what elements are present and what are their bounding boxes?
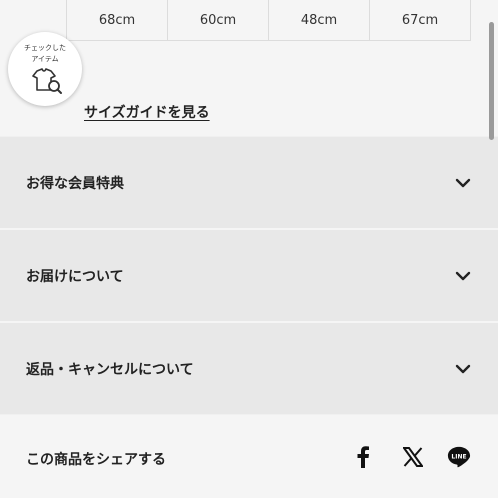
size-cell: 68cm xyxy=(67,0,168,40)
chevron-down-icon xyxy=(455,178,471,187)
x-icon[interactable] xyxy=(401,445,425,469)
share-label: この商品をシェアする xyxy=(26,452,166,468)
accordion-returns[interactable]: 返品・キャンセルについて xyxy=(0,323,498,414)
checked-items-badge[interactable]: チェックした アイテム xyxy=(8,32,82,106)
shirt-search-icon xyxy=(32,68,62,94)
facebook-icon[interactable] xyxy=(351,445,375,469)
badge-line2: アイテム xyxy=(31,55,59,63)
size-cell: 48cm xyxy=(269,0,370,40)
size-cells: 68cm 60cm 48cm 67cm xyxy=(66,0,471,41)
accordion-label: お得な会員特典 xyxy=(26,175,124,192)
accordion-label: 返品・キャンセルについて xyxy=(26,361,194,378)
chevron-down-icon xyxy=(455,364,471,373)
share-section: この商品をシェアする LINE xyxy=(0,415,498,498)
accordion-label: お届けについて xyxy=(26,268,124,285)
chevron-down-icon xyxy=(455,271,471,280)
badge-line1: チェックした xyxy=(24,44,66,52)
accordion-member-benefits[interactable]: お得な会員特典 xyxy=(0,137,498,228)
size-cell: 67cm xyxy=(370,0,471,40)
line-icon-text: LINE xyxy=(451,453,466,460)
accordion-delivery[interactable]: お届けについて xyxy=(0,230,498,321)
size-table-row: 68cm 60cm 48cm 67cm xyxy=(0,0,498,42)
scrollbar[interactable] xyxy=(489,22,494,140)
checked-items-badge-label: チェックした アイテム xyxy=(8,43,82,65)
line-icon[interactable]: LINE xyxy=(447,445,471,469)
size-cell: 60cm xyxy=(168,0,269,40)
size-guide-link[interactable]: サイズガイドを見る xyxy=(84,102,210,122)
